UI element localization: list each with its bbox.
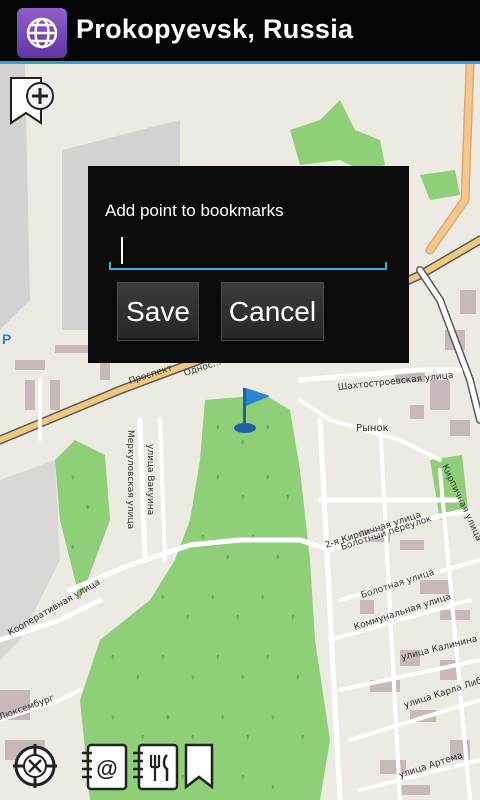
- svg-text:↟: ↟: [215, 474, 221, 482]
- svg-text:↟: ↟: [235, 614, 241, 622]
- svg-text:↟: ↟: [300, 734, 306, 742]
- svg-text:↟: ↟: [165, 714, 171, 722]
- svg-text:↟: ↟: [265, 474, 271, 482]
- svg-text:Меркуловская улица: Меркуловская улица: [125, 430, 135, 529]
- page-title: Prokopyevsk, Russia: [76, 14, 354, 44]
- svg-text:↟: ↟: [295, 674, 301, 682]
- contacts-address-icon[interactable]: @: [78, 741, 130, 793]
- svg-text:P: P: [2, 331, 11, 347]
- add-bookmark-icon[interactable]: [8, 75, 60, 129]
- svg-text:↟: ↟: [215, 654, 221, 662]
- svg-text:↟: ↟: [270, 784, 276, 792]
- svg-text:↟: ↟: [290, 614, 296, 622]
- svg-text:↟: ↟: [210, 594, 216, 602]
- svg-text:↟: ↟: [70, 474, 76, 482]
- svg-text:↟: ↟: [135, 674, 141, 682]
- svg-text:улица Вакуина: улица Вакуина: [145, 444, 155, 515]
- svg-text:↟: ↟: [220, 714, 226, 722]
- svg-text:↟: ↟: [85, 504, 91, 512]
- svg-text:↟: ↟: [240, 439, 246, 447]
- globe-icon[interactable]: [17, 8, 67, 58]
- svg-text:↟: ↟: [185, 614, 191, 622]
- svg-text:↟: ↟: [240, 674, 246, 682]
- bookmark-icon[interactable]: [182, 741, 218, 793]
- svg-text:↟: ↟: [270, 714, 276, 722]
- svg-text:↟: ↟: [265, 424, 271, 432]
- svg-text:↟: ↟: [190, 674, 196, 682]
- svg-text:↟: ↟: [225, 554, 231, 562]
- svg-text:↟: ↟: [160, 654, 166, 662]
- svg-text:↟: ↟: [285, 494, 291, 502]
- cancel-button[interactable]: Cancel: [221, 282, 324, 341]
- input-underline: [109, 262, 387, 270]
- save-button[interactable]: Save: [117, 282, 199, 341]
- svg-text:@: @: [96, 756, 117, 781]
- svg-text:↟: ↟: [245, 734, 251, 742]
- svg-text:↟: ↟: [275, 554, 281, 562]
- compass-icon[interactable]: [10, 741, 60, 791]
- svg-text:↟: ↟: [265, 654, 271, 662]
- svg-text:↟: ↟: [70, 544, 76, 552]
- dialog-title: Add point to bookmarks: [105, 201, 284, 220]
- svg-text:↟: ↟: [200, 534, 206, 542]
- svg-text:↟: ↟: [160, 594, 166, 602]
- restaurants-icon[interactable]: [131, 741, 181, 793]
- svg-text:↟: ↟: [110, 654, 116, 662]
- svg-text:Рынок: Рынок: [356, 423, 389, 434]
- title-bar: Prokopyevsk, Russia: [0, 0, 480, 64]
- svg-text:↟: ↟: [240, 774, 246, 782]
- svg-text:↟: ↟: [240, 494, 246, 502]
- svg-text:↟: ↟: [260, 594, 266, 602]
- bookmark-dialog: Add point to bookmarks Save Cancel: [88, 166, 409, 363]
- svg-text:↟: ↟: [215, 424, 221, 432]
- svg-text:↟: ↟: [110, 714, 116, 722]
- text-cursor: [121, 237, 123, 264]
